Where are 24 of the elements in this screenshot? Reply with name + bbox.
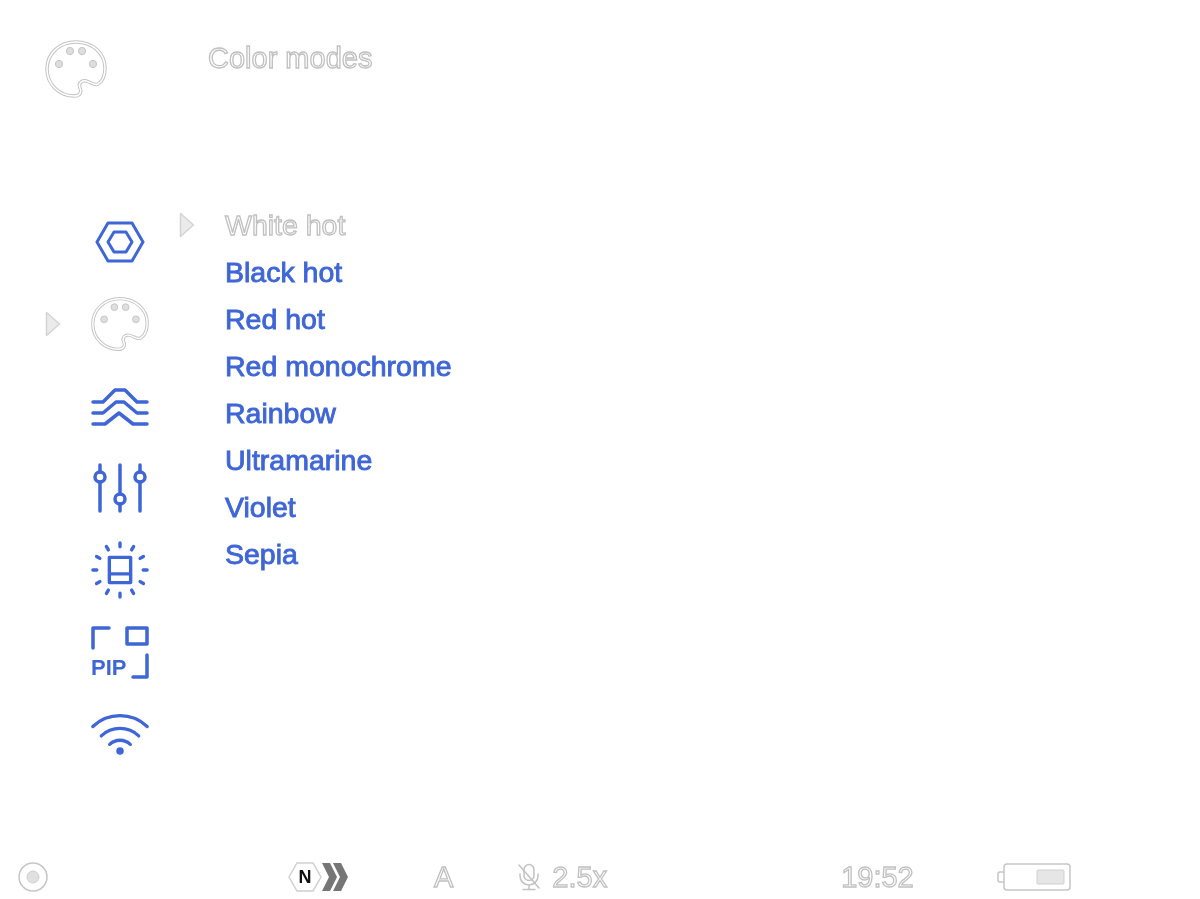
palette-icon	[44, 39, 108, 99]
menu-item[interactable]: Black hot	[225, 254, 343, 289]
circle-dot-icon	[17, 861, 49, 893]
menu-item[interactable]: Red hot	[225, 301, 325, 336]
frame-corner-icon	[91, 625, 149, 650]
double-chevron-icon	[322, 863, 348, 891]
menu-title: Color modes	[208, 41, 373, 75]
pointer-triangle-icon	[45, 311, 61, 337]
menu-item[interactable]: Red monochrome	[225, 348, 452, 383]
indicator-letter: A	[434, 860, 454, 894]
menu-item[interactable]: Violet	[225, 489, 296, 524]
battery-icon	[996, 863, 1071, 891]
pointer-triangle-icon	[179, 211, 195, 238]
pip-button[interactable]: PIP	[91, 625, 149, 679]
wifi-icon[interactable]	[90, 711, 150, 757]
screen-brightness-icon[interactable]	[90, 539, 150, 601]
letter-badge: N	[288, 862, 322, 892]
sliders-icon[interactable]	[92, 463, 148, 513]
corner-bracket-icon	[131, 652, 149, 679]
wave-lines-icon[interactable]	[91, 385, 149, 427]
hexagon-icon[interactable]	[95, 221, 145, 263]
menu-item[interactable]: Sepia	[225, 536, 298, 571]
menu-item[interactable]: Rainbow	[225, 395, 336, 430]
menu-item[interactable]: Ultramarine	[225, 442, 373, 477]
